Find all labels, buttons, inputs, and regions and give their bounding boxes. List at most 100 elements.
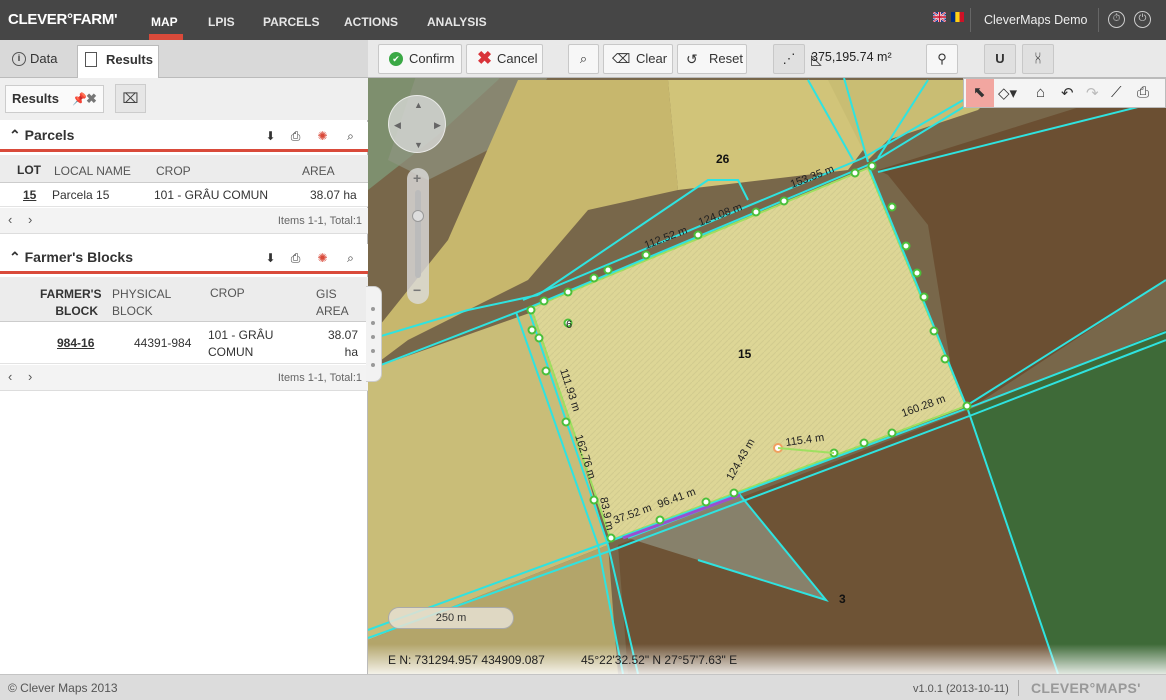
blocks-title[interactable]: ⌃ Farmer's Blocks: [9, 249, 133, 266]
zoom-extent-icon: ⌕: [579, 51, 588, 66]
parcels-pager: ‹ › Items 1-1, Total:1: [0, 208, 368, 234]
zoom-knob[interactable]: [412, 210, 424, 222]
uk-flag-icon[interactable]: [933, 12, 946, 22]
parcel-label: 15: [738, 347, 752, 361]
snap-button[interactable]: U: [984, 44, 1016, 74]
pan-down-icon[interactable]: ▼: [414, 140, 423, 150]
home-icon[interactable]: ⌂: [1036, 84, 1045, 101]
tab-data-label: Data: [30, 51, 58, 66]
topbar-divider: [1098, 8, 1099, 32]
draw-polygon-icon[interactable]: ◇▾: [998, 84, 1017, 102]
cancel-label: Cancel: [497, 51, 538, 66]
col-physical-block-l1: PHYSICAL: [112, 287, 172, 301]
col-local-name[interactable]: LOCAL NAME: [54, 164, 131, 178]
parcels-title[interactable]: ⌃ Parcels: [9, 127, 74, 144]
blocks-pager: ‹ › Items 1-1, Total:1: [0, 365, 368, 391]
prev-page-icon[interactable]: ‹: [8, 369, 12, 384]
reset-icon: ↺: [686, 51, 698, 67]
user-name[interactable]: CleverMaps Demo: [984, 13, 1088, 27]
attach-button[interactable]: ⚲: [926, 44, 958, 74]
highlight-icon[interactable]: ✺: [315, 251, 330, 266]
info-select-icon[interactable]: ⬉: [966, 79, 994, 107]
zoom-slider[interactable]: + −: [407, 168, 429, 304]
zoom-track[interactable]: [415, 190, 421, 278]
nav-analysis[interactable]: ANALYSIS: [427, 15, 487, 29]
export-icon[interactable]: ⬇: [263, 251, 278, 266]
clear-button[interactable]: ⌫ Clear: [603, 44, 673, 74]
print-icon[interactable]: ⎙: [288, 129, 303, 144]
pin-icon[interactable]: 📌: [72, 86, 87, 112]
left-panel: i Data Results Results 📌 ✖ ⌧ ⌃ Parcels ⬇…: [0, 40, 368, 674]
col-physical-block[interactable]: PHYSICAL BLOCK: [112, 286, 171, 320]
pan-right-icon[interactable]: ▶: [434, 120, 441, 131]
map-toolbar: ✔ Confirm ✖ Cancel ⌕ ⌫ Clear ↺ Reset ⋰ ◺…: [368, 40, 1166, 78]
clear-results-button[interactable]: ⌧: [115, 84, 146, 113]
highlight-icon[interactable]: ✺: [315, 129, 330, 144]
table-row[interactable]: 15 Parcela 15 101 - GRÂU COMUN 38.07 ha: [0, 183, 368, 207]
blocks-table-header: FARMER'S BLOCK PHYSICAL BLOCK CROP GIS AREA: [0, 277, 368, 322]
check-icon: ✔: [389, 52, 403, 66]
map-view[interactable]: 153.35 m 124.08 m 112.52 m 111.93 m 162.…: [368, 40, 1166, 674]
col-crop[interactable]: CROP: [156, 164, 191, 178]
tab-data[interactable]: i Data: [2, 45, 74, 79]
tab-results[interactable]: Results: [77, 45, 159, 79]
cell-crop: 101 - GRÂU COMUN: [154, 188, 269, 202]
snap-vertex-icon: ⩆: [1035, 51, 1041, 66]
power-icon[interactable]: ⏻: [1134, 11, 1151, 28]
pan-left-icon[interactable]: ◀: [394, 120, 401, 131]
pager-info: Items 1-1, Total:1: [277, 372, 362, 384]
zoom-extent-button[interactable]: ⌕: [568, 44, 599, 74]
lot-link[interactable]: 15: [23, 188, 36, 202]
copyright: © Clever Maps 2013: [8, 681, 118, 695]
zoom-to-icon[interactable]: ⌕: [343, 251, 358, 266]
cell-physical-block: 44391-984: [134, 336, 192, 350]
measure-line-icon: ⋰: [782, 51, 796, 66]
nav-lpis[interactable]: LPIS: [208, 15, 235, 29]
next-page-icon[interactable]: ›: [28, 212, 32, 227]
info-icon: i: [12, 52, 26, 66]
cell-local-name: Parcela 15: [52, 188, 110, 202]
confirm-label: Confirm: [409, 51, 455, 66]
col-lot[interactable]: LOT: [17, 163, 41, 177]
pager-info: Items 1-1, Total:1: [277, 215, 362, 227]
nav-map[interactable]: MAP: [151, 15, 178, 29]
export-icon[interactable]: ⬇: [263, 129, 278, 144]
block-link[interactable]: 984-16: [57, 336, 94, 350]
col-gis-area[interactable]: GIS AREA: [316, 286, 349, 320]
zoom-in-icon[interactable]: +: [413, 170, 421, 186]
undo-icon[interactable]: ↶: [1061, 84, 1074, 102]
cell-gis-area-l2: ha: [344, 345, 358, 359]
panel-resize-handle[interactable]: [366, 286, 382, 382]
col-farmers-block[interactable]: FARMER'S BLOCK: [40, 286, 102, 320]
nav-parcels[interactable]: PARCELS: [263, 15, 319, 29]
reset-button[interactable]: ↺ Reset: [677, 44, 747, 74]
results-bar: Results 📌 ✖ ⌧: [0, 78, 368, 120]
pan-up-icon[interactable]: ▲: [414, 100, 423, 110]
zoom-to-icon[interactable]: ⌕: [343, 129, 358, 144]
col-area[interactable]: AREA: [302, 164, 335, 178]
results-chip[interactable]: Results 📌 ✖: [5, 85, 104, 113]
map-canvas[interactable]: 153.35 m 124.08 m 112.52 m 111.93 m 162.…: [368, 40, 1166, 674]
next-page-icon[interactable]: ›: [28, 369, 32, 384]
parcels-title-text: Parcels: [24, 127, 75, 143]
pan-control[interactable]: ▲ ▼ ◀ ▶: [388, 95, 446, 153]
table-row[interactable]: 984-16 44391-984 101 - GRÂU COMUN 38.07 ha: [0, 322, 368, 364]
print-icon[interactable]: ⎙: [288, 251, 303, 266]
en-coordinates: E N: 731294.957 434909.087: [388, 653, 545, 667]
cancel-button[interactable]: ✖ Cancel: [466, 44, 543, 74]
print-icon[interactable]: ⎙: [1137, 84, 1149, 101]
confirm-button[interactable]: ✔ Confirm: [378, 44, 462, 74]
prev-page-icon[interactable]: ‹: [8, 212, 12, 227]
cancel-x-icon: ✖: [477, 48, 493, 68]
zoom-out-icon[interactable]: −: [413, 282, 421, 298]
clock-icon[interactable]: ⏱: [1108, 11, 1125, 28]
redo-icon[interactable]: ↷: [1086, 84, 1099, 102]
measure-distance-button[interactable]: ⋰: [773, 44, 805, 74]
col-crop[interactable]: CROP: [210, 286, 245, 300]
close-icon[interactable]: ✖: [86, 86, 97, 112]
nav-actions[interactable]: ACTIONS: [344, 15, 398, 29]
ruler-icon[interactable]: ⟋: [1111, 84, 1122, 101]
scale-bar: 250 m: [388, 607, 514, 629]
ro-flag-icon[interactable]: [951, 12, 964, 22]
snap-vertex-button[interactable]: ⩆: [1022, 44, 1054, 74]
